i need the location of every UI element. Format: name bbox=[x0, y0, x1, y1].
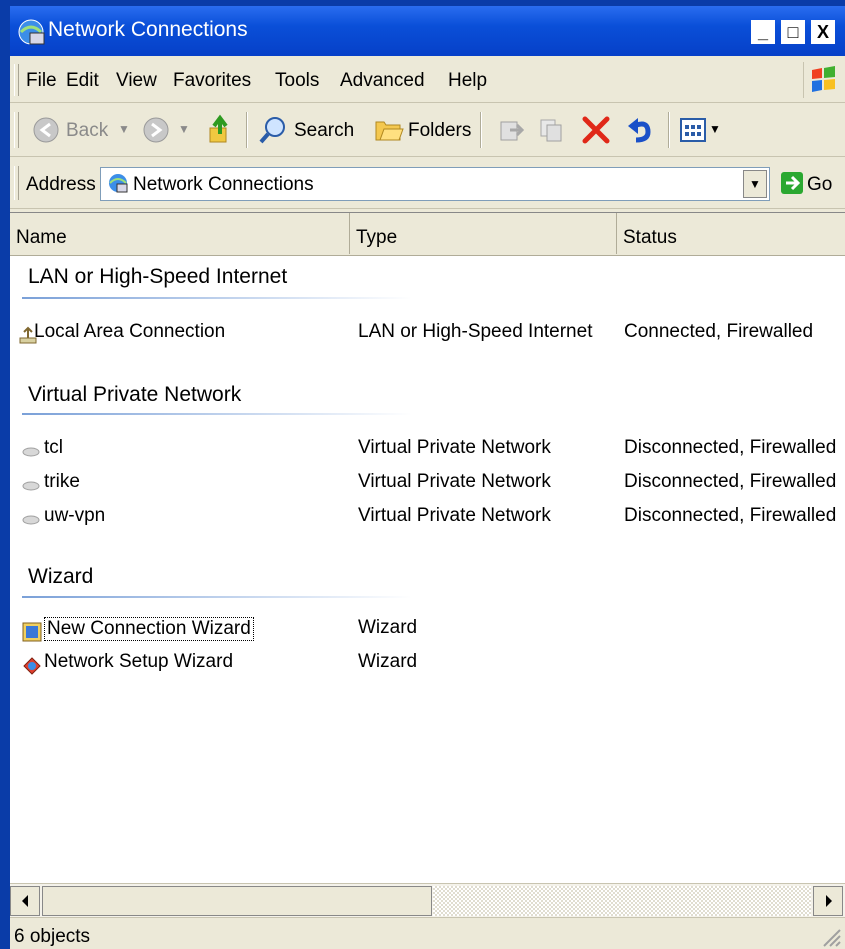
vpn-icon bbox=[22, 447, 40, 457]
menu-file[interactable]: File bbox=[26, 70, 57, 92]
views-icon[interactable] bbox=[680, 118, 706, 142]
menu-bar: File Edit View Favorites Tools Advanced … bbox=[10, 58, 845, 103]
menu-advanced[interactable]: Advanced bbox=[340, 70, 425, 92]
item-status: Disconnected, Firewalled bbox=[624, 505, 837, 526]
scroll-track[interactable] bbox=[433, 886, 811, 916]
item-type: Virtual Private Network bbox=[358, 505, 551, 526]
status-object-count: 6 objects bbox=[14, 926, 91, 947]
address-dropdown-icon[interactable]: ▼ bbox=[743, 170, 767, 198]
item-type: Virtual Private Network bbox=[358, 437, 551, 458]
item-name: uw-vpn bbox=[44, 505, 106, 526]
item-type: Virtual Private Network bbox=[358, 471, 551, 492]
scroll-left-button[interactable] bbox=[10, 886, 40, 916]
menu-grip[interactable] bbox=[14, 64, 19, 96]
item-name: Network Setup Wizard bbox=[44, 651, 234, 672]
up-folder-icon[interactable] bbox=[206, 114, 236, 146]
window: Network Connections _ □ X File Edit View… bbox=[10, 6, 845, 949]
vpn-icon bbox=[22, 481, 40, 491]
resize-grip-icon[interactable] bbox=[818, 924, 842, 948]
item-status: Disconnected, Firewalled bbox=[624, 437, 837, 458]
group-title-vpn: Virtual Private Network bbox=[28, 383, 242, 406]
scroll-right-arrow-icon bbox=[826, 895, 832, 907]
menu-view[interactable]: View bbox=[116, 70, 157, 92]
item-name: New Connection Wizard bbox=[44, 617, 254, 641]
group-divider bbox=[22, 297, 412, 299]
network-connections-icon bbox=[18, 19, 45, 45]
file-list-view[interactable]: Name Type Status LAN or High-Speed Inter… bbox=[10, 212, 845, 884]
views-dropdown-icon[interactable]: ▼ bbox=[709, 122, 721, 136]
item-type: LAN or High-Speed Internet bbox=[358, 321, 593, 342]
maximize-button[interactable]: □ bbox=[781, 20, 805, 44]
forward-arrow-icon[interactable] bbox=[142, 116, 170, 144]
minimize-button[interactable]: _ bbox=[751, 20, 775, 44]
title-bar[interactable]: Network Connections _ □ X bbox=[10, 6, 845, 56]
list-item[interactable]: New Connection Wizard Wizard bbox=[10, 617, 845, 649]
address-input[interactable]: Network Connections ▼ bbox=[100, 167, 770, 201]
group-title-wizard: Wizard bbox=[28, 565, 94, 588]
window-title: Network Connections bbox=[48, 18, 248, 41]
wizard-icon bbox=[22, 622, 42, 642]
move-to-icon[interactable] bbox=[498, 116, 526, 144]
list-item[interactable]: uw-vpn Virtual Private Network Disconnec… bbox=[10, 505, 845, 537]
go-button-label[interactable]: Go bbox=[807, 174, 832, 196]
list-item[interactable]: tcl Virtual Private Network Disconnected… bbox=[10, 437, 845, 469]
item-type: Wizard bbox=[358, 617, 418, 638]
search-button-label[interactable]: Search bbox=[294, 120, 354, 142]
back-button-label[interactable]: Back bbox=[66, 120, 108, 142]
toolbar: Back ▼ ▼ Search Folders ▼ bbox=[10, 104, 845, 157]
toolbar-separator bbox=[668, 112, 670, 148]
toolbar-grip[interactable] bbox=[14, 112, 19, 148]
vpn-icon bbox=[22, 515, 40, 525]
column-header-name[interactable]: Name bbox=[10, 213, 350, 254]
back-arrow-icon[interactable] bbox=[32, 116, 60, 144]
address-value: Network Connections bbox=[133, 174, 314, 195]
menu-favorites[interactable]: Favorites bbox=[173, 70, 251, 92]
back-dropdown-icon[interactable]: ▼ bbox=[118, 122, 130, 136]
scroll-right-button[interactable] bbox=[813, 886, 843, 916]
list-item[interactable]: Network Setup Wizard Wizard bbox=[10, 651, 845, 683]
list-item[interactable]: trike Virtual Private Network Disconnect… bbox=[10, 471, 845, 503]
close-button[interactable]: X bbox=[811, 20, 835, 44]
folders-button-label[interactable]: Folders bbox=[408, 120, 471, 142]
address-grip[interactable] bbox=[14, 166, 19, 200]
column-header-status[interactable]: Status bbox=[617, 213, 845, 254]
scroll-thumb[interactable] bbox=[42, 886, 432, 916]
windows-logo-icon bbox=[803, 62, 835, 98]
copy-to-icon[interactable] bbox=[538, 116, 566, 144]
item-status: Disconnected, Firewalled bbox=[624, 471, 837, 492]
group-title-lan: LAN or High-Speed Internet bbox=[28, 265, 288, 288]
item-name: tcl bbox=[44, 437, 63, 458]
toolbar-separator bbox=[480, 112, 482, 148]
horizontal-scrollbar[interactable] bbox=[10, 883, 845, 918]
menu-help[interactable]: Help bbox=[448, 70, 487, 92]
address-bar: Address Network Connections ▼ Go bbox=[10, 158, 845, 209]
item-type: Wizard bbox=[358, 651, 418, 672]
menu-edit[interactable]: Edit bbox=[66, 70, 99, 92]
column-headers: Name Type Status bbox=[10, 213, 845, 256]
list-item[interactable]: Local Area Connection LAN or High-Speed … bbox=[10, 321, 845, 353]
menu-tools[interactable]: Tools bbox=[275, 70, 319, 92]
undo-icon[interactable] bbox=[624, 114, 656, 146]
setup-wizard-icon bbox=[23, 657, 41, 675]
network-connections-icon bbox=[109, 174, 128, 193]
go-arrow-icon[interactable] bbox=[780, 171, 804, 195]
delete-icon[interactable] bbox=[580, 114, 612, 146]
toolbar-separator bbox=[246, 112, 248, 148]
item-name: Local Area Connection bbox=[34, 321, 226, 342]
folders-icon[interactable] bbox=[374, 116, 404, 144]
column-header-type[interactable]: Type bbox=[350, 213, 617, 254]
forward-dropdown-icon[interactable]: ▼ bbox=[178, 122, 190, 136]
item-status: Connected, Firewalled bbox=[624, 321, 814, 342]
scroll-left-arrow-icon bbox=[22, 895, 28, 907]
item-name: trike bbox=[44, 471, 80, 492]
group-divider bbox=[22, 413, 412, 415]
status-bar: 6 objects bbox=[10, 917, 845, 949]
search-icon[interactable] bbox=[258, 114, 288, 146]
address-label: Address bbox=[26, 174, 96, 195]
group-divider bbox=[22, 596, 412, 598]
